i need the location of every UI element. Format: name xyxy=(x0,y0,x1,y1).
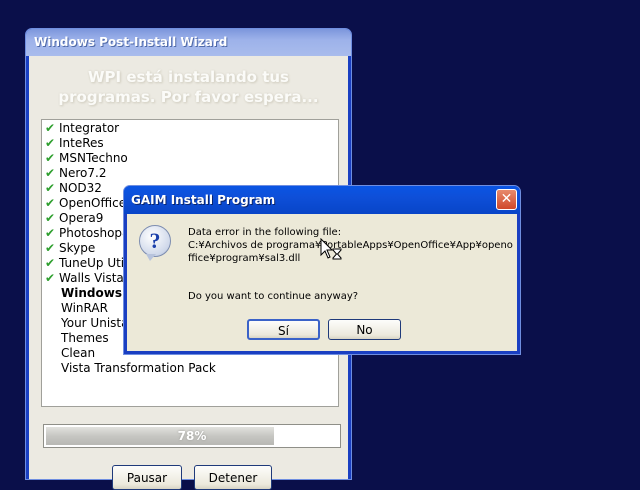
check-icon: ✔ xyxy=(44,271,56,285)
list-item: ✔ Opera9 xyxy=(43,211,103,226)
list-item-label: Walls Vista xyxy=(59,271,124,285)
list-item-label: Nero7.2 xyxy=(59,166,107,180)
list-item-label: Clean xyxy=(61,346,96,360)
dialog-client: ? Data error in the following file: C:¥A… xyxy=(127,214,517,351)
check-icon: ✔ xyxy=(44,166,56,180)
list-item: ✔ NOD32 xyxy=(43,181,102,196)
list-item-label: WinRAR xyxy=(61,301,108,315)
list-item-label: OpenOffice xyxy=(59,196,127,210)
check-icon: ✔ xyxy=(44,151,56,165)
no-button[interactable]: No xyxy=(328,319,401,340)
check-icon: ✔ xyxy=(44,256,56,270)
check-icon: ✔ xyxy=(44,196,56,210)
progress-label: 78% xyxy=(177,429,207,443)
list-item-label: Photoshop8 xyxy=(59,226,130,240)
wpi-title: Windows Post-Install Wizard xyxy=(34,35,228,49)
list-item-label: Integrator xyxy=(59,121,120,135)
list-item: ✔ Skype xyxy=(43,241,95,256)
list-item: Clean xyxy=(43,346,95,361)
check-icon: ✔ xyxy=(44,241,56,255)
list-item-label: NOD32 xyxy=(59,181,102,195)
stop-button[interactable]: Detener xyxy=(194,465,272,490)
list-item: ✔ Walls Vista xyxy=(43,271,124,286)
dialog-title: GAIM Install Program xyxy=(131,193,276,207)
wpi-heading-line2: programas. Por favor espera... xyxy=(58,88,319,106)
list-item: ✔ Integrator xyxy=(43,121,119,136)
list-item: Your Unista xyxy=(43,316,128,331)
check-icon: ✔ xyxy=(44,181,56,195)
busy-cursor-icon xyxy=(320,238,342,260)
list-item: Vista Transformation Pack xyxy=(43,361,216,376)
list-item: ✔ TuneUp Util xyxy=(43,256,128,271)
dialog-question: Do you want to continue anyway? xyxy=(188,291,359,302)
check-icon: ✔ xyxy=(44,226,56,240)
list-item-label: InteRes xyxy=(59,136,104,150)
check-icon: ✔ xyxy=(44,121,56,135)
list-item-label: TuneUp Util xyxy=(59,256,128,270)
list-item: Themes xyxy=(43,331,109,346)
list-item-label: Themes xyxy=(61,331,109,345)
yes-button[interactable]: Sí xyxy=(247,319,320,340)
list-item-label: Skype xyxy=(59,241,96,255)
close-icon[interactable]: ✕ xyxy=(496,189,517,210)
question-icon: ? xyxy=(139,225,171,261)
list-item-label: MSNTechno xyxy=(59,151,128,165)
progress-bar: 78% xyxy=(43,424,341,448)
list-item-label: Vista Transformation Pack xyxy=(61,361,216,375)
list-item-label: Your Unista xyxy=(61,316,129,330)
wpi-titlebar[interactable]: Windows Post-Install Wizard xyxy=(26,29,351,56)
list-item: ✔ MSNTechno xyxy=(43,151,128,166)
wpi-heading-line1: WPI está instalando tus xyxy=(88,68,289,86)
error-dialog: GAIM Install Program ✕ ? Data error in t… xyxy=(123,185,521,355)
pause-button[interactable]: Pausar xyxy=(112,465,182,490)
list-item: WinRAR xyxy=(43,301,108,316)
list-item: ✔ Nero7.2 xyxy=(43,166,107,181)
check-icon: ✔ xyxy=(44,136,56,150)
dialog-message: Data error in the following file: C:¥Arc… xyxy=(188,227,513,264)
list-item-label: Opera9 xyxy=(59,211,104,225)
dialog-titlebar[interactable]: GAIM Install Program ✕ xyxy=(124,186,520,214)
list-item: ✔ OpenOffice xyxy=(43,196,126,211)
list-item: ✔ InteRes xyxy=(43,136,104,151)
list-item: ✔ Photoshop8 xyxy=(43,226,130,241)
check-icon: ✔ xyxy=(44,211,56,225)
wpi-heading: WPI está instalando tus programas. Por f… xyxy=(29,67,348,107)
